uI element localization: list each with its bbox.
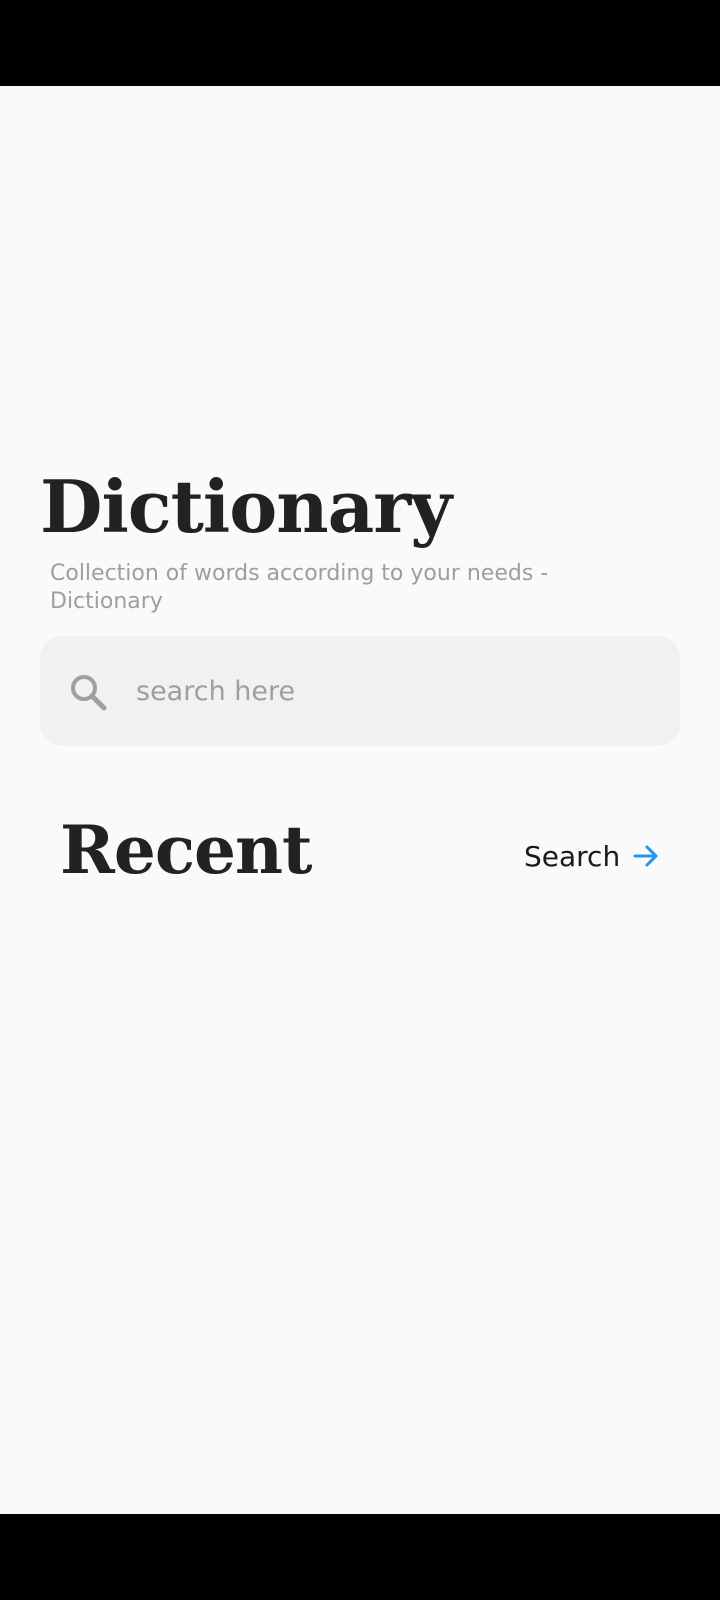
app-screen: Dictionary Collection of words according… bbox=[0, 0, 720, 1600]
status-bar bbox=[0, 0, 720, 86]
search-input[interactable] bbox=[136, 666, 656, 716]
navigation-bar bbox=[0, 1514, 720, 1600]
search-bar[interactable] bbox=[40, 636, 680, 746]
page-subtitle: Collection of words according to your ne… bbox=[50, 561, 549, 614]
page-title: Dictionary bbox=[40, 464, 452, 549]
arrow-right-icon bbox=[633, 845, 658, 867]
search-icon bbox=[71, 675, 107, 711]
recent-section-title: Recent bbox=[60, 811, 312, 889]
search-link-button[interactable]: Search bbox=[524, 836, 660, 876]
search-link-label: Search bbox=[524, 839, 621, 873]
